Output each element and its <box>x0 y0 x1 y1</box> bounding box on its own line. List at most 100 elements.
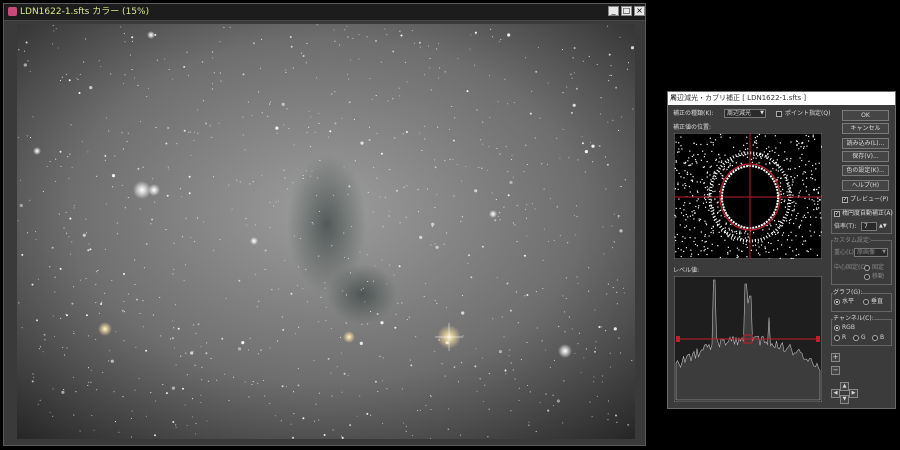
ok-button[interactable]: OK <box>842 110 889 121</box>
star <box>35 231 37 233</box>
star <box>405 430 407 432</box>
star <box>481 167 483 169</box>
star <box>176 143 178 145</box>
zoom-in-button[interactable]: + <box>831 353 840 362</box>
channel-rgb-radio[interactable] <box>834 325 840 331</box>
star <box>620 352 622 354</box>
map-dot <box>810 177 812 179</box>
star <box>110 359 114 363</box>
ellipse-fit-checkbox[interactable]: ✓ <box>834 211 840 217</box>
minimize-icon[interactable]: _ <box>608 6 619 16</box>
save-button[interactable]: 保存(V)... <box>842 151 889 162</box>
star <box>534 208 536 210</box>
map-dot <box>719 157 721 159</box>
map-dot <box>691 155 693 158</box>
star <box>588 55 590 57</box>
star <box>200 346 202 348</box>
maximize-icon[interactable]: □ <box>621 6 632 16</box>
dialog-titlebar[interactable]: 周辺減光・カブリ補正 [ LDN1622-1.sfts ] ✕ <box>668 92 895 105</box>
map-dot <box>776 248 779 250</box>
map-dot <box>721 177 723 179</box>
map-dot <box>779 257 781 259</box>
map-dot <box>681 148 683 150</box>
star <box>443 243 445 245</box>
channel-g-radio[interactable] <box>853 335 859 341</box>
star <box>350 225 353 228</box>
map-dot <box>777 231 779 233</box>
color-settings-button[interactable]: 色の設定(K)... <box>842 165 889 176</box>
map-dot <box>683 250 685 252</box>
star <box>476 109 478 111</box>
star <box>231 208 233 210</box>
channel-b-radio[interactable] <box>872 335 878 341</box>
star <box>81 141 83 143</box>
star <box>325 306 327 308</box>
close-icon[interactable]: × <box>634 6 645 16</box>
star <box>289 36 292 38</box>
magnification-input[interactable]: 7 <box>861 222 877 231</box>
star <box>183 279 185 281</box>
star <box>309 146 311 148</box>
pan-left-button[interactable]: ◀ <box>831 389 840 398</box>
star <box>444 160 446 162</box>
star <box>252 181 254 183</box>
map-dot <box>684 163 686 165</box>
magnification-spinner-icon[interactable]: ▲▼ <box>879 222 887 230</box>
star <box>347 374 349 376</box>
star <box>124 74 126 76</box>
correction-map-view[interactable] <box>674 133 822 259</box>
map-dot <box>773 162 775 164</box>
star <box>359 341 363 345</box>
center-move-radio[interactable] <box>864 274 870 280</box>
star <box>315 77 318 79</box>
star <box>447 428 449 430</box>
star <box>292 436 294 439</box>
point-spec-checkbox[interactable] <box>776 111 782 117</box>
star <box>436 194 438 196</box>
correction-type-select[interactable]: 周辺減光 ▼ <box>724 109 766 118</box>
map-dot <box>754 137 756 139</box>
map-dot <box>798 195 800 197</box>
load-button[interactable]: 読み込み(L)... <box>842 138 889 149</box>
close-icon[interactable]: ✕ <box>670 93 891 102</box>
star <box>85 278 87 280</box>
zoom-out-button[interactable]: − <box>831 366 840 375</box>
star <box>346 25 348 27</box>
channel-r-radio[interactable] <box>834 335 840 341</box>
help-button[interactable]: ヘルプ(H) <box>842 180 889 191</box>
star <box>228 400 230 402</box>
map-dot <box>790 214 793 216</box>
map-dot <box>817 192 819 194</box>
level-graph[interactable] <box>674 276 822 402</box>
star <box>379 355 381 357</box>
pan-up-button[interactable]: ▲ <box>840 382 849 391</box>
graph-horizontal-radio[interactable] <box>834 299 840 305</box>
star <box>552 405 554 407</box>
pan-right-button[interactable]: ▶ <box>849 389 858 398</box>
map-dot <box>813 189 815 191</box>
preview-checkbox[interactable]: ✓ <box>842 197 848 203</box>
center-fixed-radio[interactable] <box>864 265 870 271</box>
star <box>534 137 536 139</box>
image-window-titlebar[interactable]: LDN1622-1.sfts カラー (15%) _ □ × <box>4 4 645 21</box>
star <box>375 95 377 97</box>
star <box>366 254 368 256</box>
map-dot <box>708 194 710 196</box>
ellipse-fit-label: 楕円度自動補正(A) <box>842 210 893 217</box>
map-dot <box>687 216 689 218</box>
balance-select[interactable]: 原画像 ▼ <box>854 248 888 257</box>
pan-down-button[interactable]: ▼ <box>840 395 849 404</box>
map-dot <box>675 207 677 209</box>
star-field-image[interactable] <box>17 24 635 439</box>
map-dot <box>813 209 815 211</box>
map-dot <box>700 231 702 233</box>
cancel-button[interactable]: キャンセル <box>842 123 889 134</box>
bright-star <box>489 210 497 218</box>
map-dot <box>739 150 741 152</box>
graph-vertical-radio[interactable] <box>863 299 869 305</box>
star <box>68 236 70 238</box>
map-dot <box>703 246 705 248</box>
star <box>58 213 60 215</box>
channel-g-label: G <box>861 334 866 341</box>
star <box>389 168 391 171</box>
